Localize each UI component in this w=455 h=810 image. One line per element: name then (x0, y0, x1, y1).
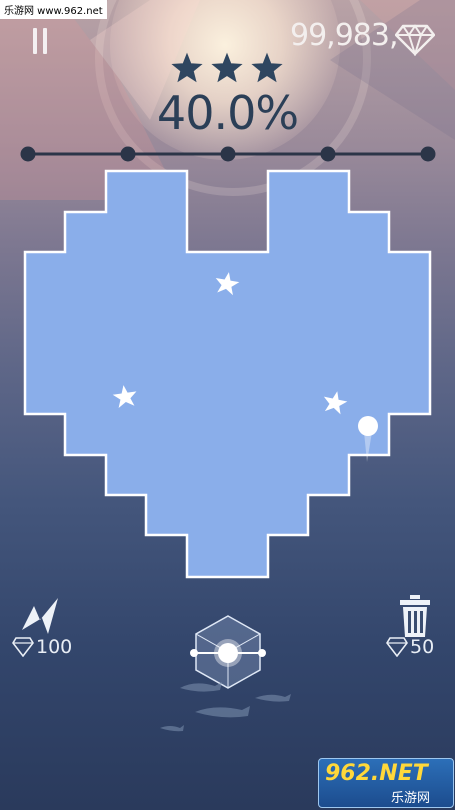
trash-cost-value: 50 (410, 636, 435, 658)
lightning-cost-value: 100 (36, 636, 73, 658)
diamond-icon (395, 24, 435, 56)
star-icon (211, 52, 243, 83)
progress-track (20, 146, 436, 162)
trash-icon[interactable] (398, 595, 432, 637)
pause-button[interactable] (30, 28, 52, 54)
bouncing-ball (358, 416, 378, 436)
star-rating (171, 52, 283, 83)
lightning-cost: 100 (12, 636, 72, 658)
watermark-bottom: 962.NET 乐游网 (318, 758, 454, 808)
trash-cost: 50 (386, 636, 434, 658)
watermark-sub: 乐游网 (391, 791, 431, 806)
diamond-icon (12, 637, 34, 657)
watermark-top: 乐游网 www.962.net (0, 0, 107, 19)
star-icon (171, 52, 203, 83)
progress-checkpoint (420, 146, 436, 162)
lightning-icon[interactable] (18, 596, 64, 636)
progress-percent: 40.0% (156, 86, 299, 140)
progress-checkpoint (20, 146, 36, 162)
star-icon (251, 52, 283, 83)
progress-checkpoint (220, 146, 236, 162)
gem-count: 99,983, (290, 18, 399, 53)
watermark-brand: 962.NET (325, 761, 428, 786)
progress-checkpoint (120, 146, 136, 162)
fish-school (160, 682, 291, 732)
diamond-icon (386, 637, 408, 657)
progress-checkpoint (320, 146, 336, 162)
